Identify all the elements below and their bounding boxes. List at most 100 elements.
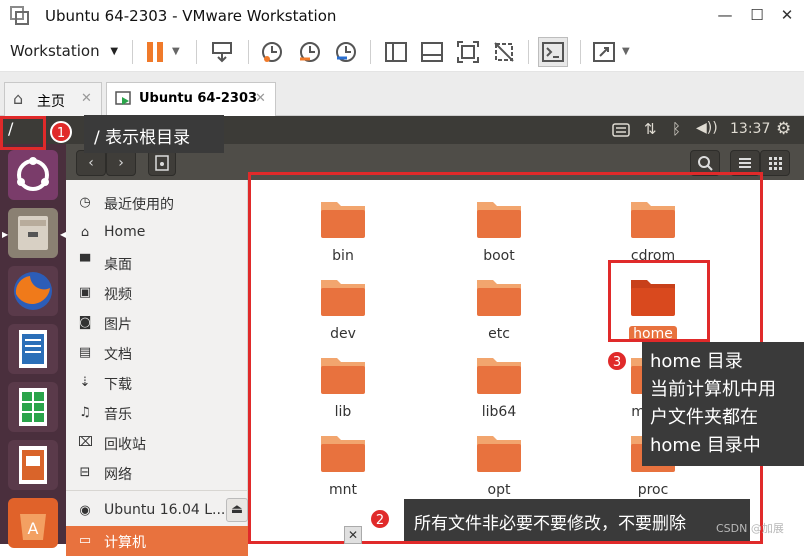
maximize-button[interactable]: ☐ xyxy=(742,4,772,26)
files-icon[interactable] xyxy=(8,208,58,258)
libreoffice-writer-icon[interactable] xyxy=(8,324,58,374)
thumbnail-bar-icon[interactable] xyxy=(420,40,444,64)
chevron-down-icon: ▼ xyxy=(110,46,119,57)
close-icon[interactable]: ✕ xyxy=(344,526,362,544)
sidebar-item[interactable]: ⇣ 下载 xyxy=(66,368,248,398)
sidebar-item-computer[interactable]: ▭ 计算机 xyxy=(66,526,248,556)
clock-icon: ◷ xyxy=(79,195,91,210)
volume-icon[interactable]: ◀)) xyxy=(696,120,718,136)
toolbar-separator xyxy=(580,40,581,64)
terminal-icon xyxy=(542,42,564,62)
list-icon xyxy=(739,158,751,168)
toolbar-separator xyxy=(370,40,371,64)
trash-icon: ⌧ xyxy=(78,435,93,450)
close-button[interactable]: ✕ xyxy=(772,4,802,26)
clock-label[interactable]: 13:37 xyxy=(730,121,770,137)
annotation-root-highlight xyxy=(0,116,46,150)
sidebar-item-label: 计算机 xyxy=(104,535,146,551)
tab-close-icon[interactable]: ✕ xyxy=(81,91,92,106)
callout-3-line: home 目录中 xyxy=(650,435,761,456)
grid-view-button[interactable] xyxy=(760,150,790,176)
keyboard-icon[interactable] xyxy=(612,122,630,137)
forward-button[interactable]: › xyxy=(106,150,136,176)
grid-icon xyxy=(769,157,782,170)
sidebar-item[interactable]: ⌧ 回收站 xyxy=(66,428,248,458)
sidebar-item-label: 桌面 xyxy=(104,257,132,273)
window-title: Ubuntu 64-2303 - VMware Workstation xyxy=(45,7,337,25)
camera-icon: ◙ xyxy=(78,315,92,330)
workstation-menu[interactable]: Workstation ▼ xyxy=(10,42,118,64)
sidebar-item-label: 图片 xyxy=(104,317,132,333)
sidebar-toggle-icon[interactable] xyxy=(384,40,408,64)
annotation-callout-3: home 目录 当前计算机中用 户文件夹都在 home 目录中 xyxy=(642,342,804,466)
firefox-icon[interactable] xyxy=(8,266,58,316)
tab-ubuntu-label: Ubuntu 64-2303 xyxy=(139,91,258,106)
watermark-label: CSDN @加展 xyxy=(716,522,784,535)
location-root-button[interactable] xyxy=(148,150,176,176)
network-icon: ⊟ xyxy=(79,465,91,480)
unity-launcher: ▶ ◀ A xyxy=(0,144,66,548)
callout-3-line: 户文件夹都在 xyxy=(650,407,758,428)
network-transfer-icon[interactable]: ⇅ xyxy=(644,120,657,138)
toolbar-separator xyxy=(528,40,529,64)
active-app-indicator-icon: ▶ xyxy=(2,230,9,239)
sidebar-item-label: 音乐 xyxy=(104,407,132,423)
sidebar-item[interactable]: ⊟ 网络 xyxy=(66,458,248,488)
back-button[interactable]: ‹ xyxy=(76,150,106,176)
download-icon: ⇣ xyxy=(79,375,91,390)
send-keys-icon[interactable] xyxy=(210,40,234,64)
drive-icon xyxy=(155,155,169,171)
snapshot-icon[interactable] xyxy=(260,40,284,64)
sidebar-item-label: 文档 xyxy=(104,347,132,363)
sidebar-item[interactable]: ▣ 视频 xyxy=(66,278,248,308)
tab-close-icon[interactable]: ✕ xyxy=(255,91,266,106)
sidebar-item-label: 最近使用的 xyxy=(104,197,174,213)
annotation-badge-3: 3 xyxy=(606,350,628,372)
annotation-home-highlight xyxy=(608,260,710,342)
home-icon: ⌂ xyxy=(13,89,24,108)
console-view-button[interactable] xyxy=(538,37,568,67)
tab-ubuntu-vm[interactable]: Ubuntu 64-2303 ✕ xyxy=(106,82,276,116)
dash-home-icon[interactable] xyxy=(8,150,58,200)
sidebar-item[interactable]: ▤ 文档 xyxy=(66,338,248,368)
sidebar-item-label: 网络 xyxy=(104,467,132,483)
stretch-guest-icon[interactable] xyxy=(592,40,616,64)
libreoffice-impress-icon[interactable] xyxy=(8,440,58,490)
toolbar-separator xyxy=(196,40,197,64)
disc-icon: ◉ xyxy=(79,503,91,518)
sidebar-item[interactable]: ◙ 图片 xyxy=(66,308,248,338)
document-icon: ▤ xyxy=(78,345,92,360)
software-center-icon[interactable]: A xyxy=(8,498,58,548)
minimize-button[interactable]: — xyxy=(710,4,740,26)
sidebar-item-label: 视频 xyxy=(104,287,132,303)
sidebar-item-ubuntu-disk[interactable]: ◉ Ubuntu 16.04 L... xyxy=(66,496,248,526)
video-icon: ▣ xyxy=(78,285,92,300)
tab-home[interactable]: ⌂ 主页 ✕ xyxy=(4,82,102,116)
settings-gear-icon[interactable]: ⚙ xyxy=(776,119,791,139)
callout-3-line: home 目录 xyxy=(650,351,743,372)
sidebar-item[interactable]: ◷ 最近使用的 xyxy=(66,188,248,218)
vmware-logo-icon xyxy=(10,6,30,26)
unity-mode-icon[interactable] xyxy=(492,40,516,64)
libreoffice-calc-icon[interactable] xyxy=(8,382,58,432)
sidebar-item-label: 下载 xyxy=(104,377,132,393)
power-dropdown-icon[interactable]: ▼ xyxy=(172,46,180,57)
sidebar-item[interactable]: ♫ 音乐 xyxy=(66,398,248,428)
annotation-badge-1: 1 xyxy=(50,121,72,143)
revert-snapshot-icon[interactable] xyxy=(298,40,322,64)
sidebar-item-label: Ubuntu 16.04 L... xyxy=(104,502,226,518)
sidebar-item[interactable]: ▀ 桌面 xyxy=(66,248,248,278)
sidebar-item[interactable]: ⌂ Home xyxy=(66,218,248,248)
svg-text:A: A xyxy=(28,519,39,538)
folder-icon: ▀ xyxy=(80,255,90,270)
stretch-dropdown-icon[interactable]: ▼ xyxy=(622,46,630,57)
full-screen-icon[interactable] xyxy=(456,40,480,64)
pause-icon[interactable] xyxy=(144,40,168,64)
annotation-badge-2: 2 xyxy=(369,508,391,530)
vm-tab-bar: ⌂ 主页 ✕ Ubuntu 64-2303 ✕ xyxy=(0,72,804,116)
eject-button[interactable]: ⏏ xyxy=(226,498,248,522)
bluetooth-icon[interactable]: ᛒ xyxy=(672,120,681,138)
window-titlebar: Ubuntu 64-2303 - VMware Workstation — ☐ … xyxy=(0,0,804,32)
snapshot-manager-icon[interactable] xyxy=(334,40,358,64)
sidebar-item-label: Home xyxy=(104,224,146,240)
